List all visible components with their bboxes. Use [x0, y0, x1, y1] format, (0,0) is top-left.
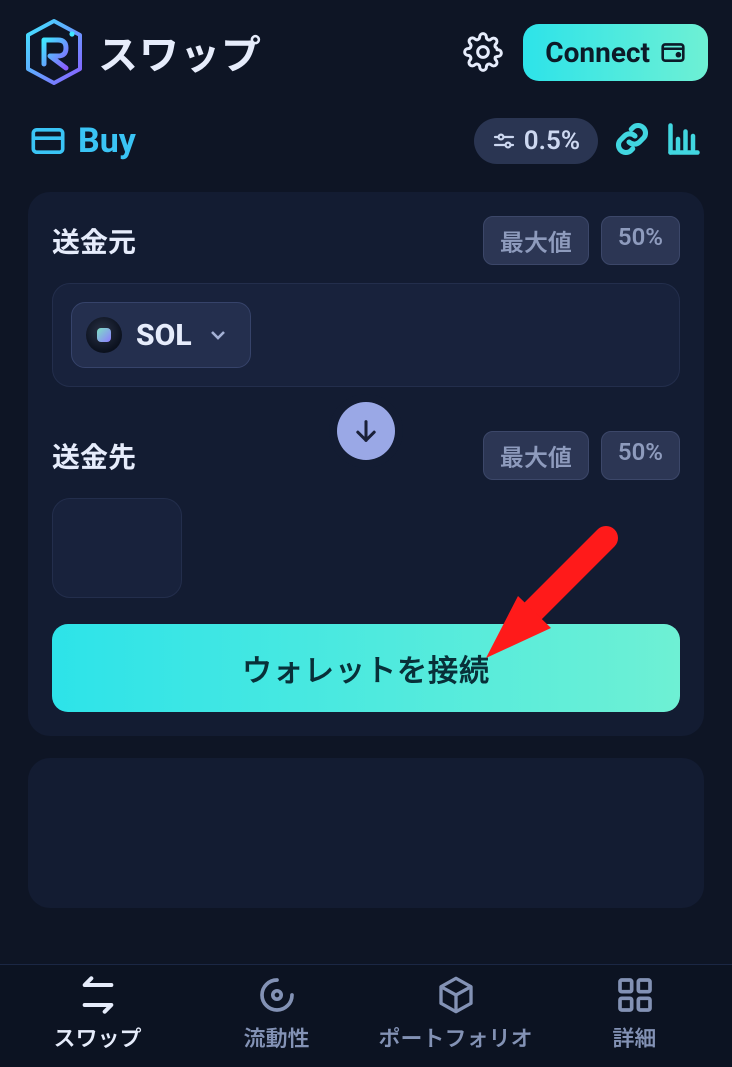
settings-button[interactable]: [457, 26, 509, 78]
share-link-button[interactable]: [614, 121, 650, 161]
buy-button[interactable]: Buy: [30, 121, 136, 161]
nav-liquidity[interactable]: 流動性: [187, 975, 366, 1053]
connect-label: Connect: [545, 36, 650, 69]
title-group: スワップ: [24, 18, 262, 86]
from-token-box: SOL: [52, 283, 680, 387]
header-actions: Connect: [457, 24, 708, 81]
connect-wallet-button[interactable]: ウォレットを接続: [52, 624, 680, 712]
from-panel-header: 送金元 最大値 50%: [52, 216, 680, 265]
app-logo-icon: [24, 18, 84, 86]
sub-header: Buy 0.5%: [0, 94, 732, 174]
bottom-nav: スワップ 流動性 ポートフォリオ 詳細: [0, 964, 732, 1067]
to-half-button[interactable]: 50%: [601, 431, 680, 480]
from-max-button[interactable]: 最大値: [483, 216, 589, 265]
nav-more[interactable]: 詳細: [545, 975, 724, 1053]
from-token-select[interactable]: SOL: [71, 302, 251, 368]
link-icon: [614, 121, 650, 157]
chevron-down-icon: [206, 323, 230, 347]
nav-swap[interactable]: スワップ: [8, 975, 187, 1053]
credit-card-icon: [30, 127, 66, 155]
bar-chart-icon: [666, 121, 702, 157]
gear-icon: [463, 32, 503, 72]
nav-portfolio-label: ポートフォリオ: [378, 1021, 532, 1053]
nav-swap-label: スワップ: [53, 1021, 141, 1053]
connect-wallet-header-button[interactable]: Connect: [523, 24, 708, 81]
portfolio-icon: [436, 975, 476, 1015]
sliders-icon: [492, 129, 516, 153]
from-amount-chips: 最大値 50%: [483, 216, 680, 265]
to-amount-chips: 最大値 50%: [483, 431, 680, 480]
main-area: 送金元 最大値 50% SOL: [0, 174, 732, 908]
liquidity-icon: [257, 975, 297, 1015]
from-panel: 送金元 最大値 50% SOL: [52, 216, 680, 387]
to-label: 送金先: [52, 436, 136, 476]
to-token-select[interactable]: [52, 498, 182, 598]
chart-button[interactable]: [666, 121, 702, 161]
sol-token-icon: [86, 317, 122, 353]
arrow-down-icon: [352, 417, 380, 445]
buy-label: Buy: [78, 121, 136, 161]
nav-liquidity-label: 流動性: [243, 1021, 309, 1053]
slippage-button[interactable]: 0.5%: [474, 118, 598, 164]
swap-direction-button[interactable]: [337, 402, 395, 460]
grid-icon: [615, 975, 655, 1015]
app-header: スワップ Connect: [0, 0, 732, 94]
nav-more-label: 詳細: [612, 1021, 656, 1053]
sub-right: 0.5%: [474, 118, 702, 164]
nav-portfolio[interactable]: ポートフォリオ: [366, 975, 545, 1053]
wallet-icon: [660, 39, 686, 65]
page-title: スワップ: [98, 23, 262, 81]
swap-card: 送金元 最大値 50% SOL: [28, 192, 704, 736]
to-max-button[interactable]: 最大値: [483, 431, 589, 480]
from-half-button[interactable]: 50%: [601, 216, 680, 265]
from-label: 送金元: [52, 221, 136, 261]
swap-icon: [78, 975, 118, 1015]
secondary-card: [28, 758, 704, 908]
from-token-symbol: SOL: [136, 318, 192, 353]
slippage-value: 0.5%: [524, 126, 580, 156]
